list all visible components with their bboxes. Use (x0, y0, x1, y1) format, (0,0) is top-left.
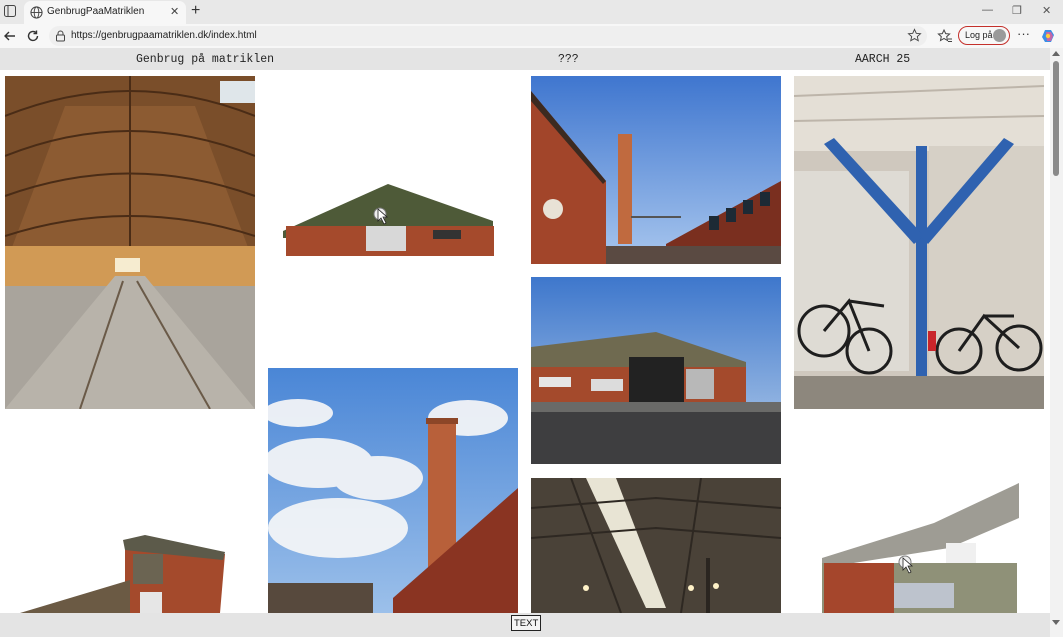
tab-strip: GenbrugPaaMatriklen ✕ + — ❐ ✕ (0, 0, 1063, 24)
text-button[interactable]: TEXT (511, 615, 542, 631)
lock-icon[interactable] (55, 30, 66, 42)
tab-genbrug[interactable]: GenbrugPaaMatriklen ✕ (24, 1, 186, 24)
globe-icon (30, 6, 43, 19)
url-text[interactable]: https://genbrugpaamatriklen.dk/index.htm… (71, 30, 257, 41)
photo-building-corner-cutout[interactable] (5, 532, 255, 613)
page-scrollbar[interactable] (1050, 48, 1063, 637)
minimize-icon[interactable]: — (982, 4, 993, 16)
header-center-link[interactable]: ??? (558, 53, 579, 66)
photo-bikes-steel-column[interactable] (794, 76, 1044, 409)
header-right-link[interactable]: AARCH 25 (855, 53, 910, 66)
scroll-down-icon[interactable] (1052, 620, 1060, 625)
new-tab-button[interactable]: + (191, 2, 200, 20)
refresh-icon[interactable] (25, 28, 41, 44)
photo-barn-graffiti[interactable] (531, 277, 781, 464)
avatar-icon (993, 29, 1006, 42)
photo-chimney-brick-wall[interactable] (531, 76, 781, 264)
scroll-thumb[interactable] (1053, 61, 1059, 176)
close-tab-button[interactable]: ✕ (170, 5, 179, 18)
site-footer: TEXT (0, 613, 1050, 637)
restore-icon[interactable]: ❐ (1012, 4, 1022, 17)
photo-gallery (0, 70, 1050, 613)
more-menu-button[interactable]: ··· (1017, 26, 1030, 41)
back-icon[interactable] (2, 28, 18, 44)
browser-toolbar: https://genbrugpaamatriklen.dk/index.htm… (0, 24, 1063, 48)
photo-barn-cutout[interactable] (268, 76, 518, 356)
favorites-icon[interactable] (937, 28, 953, 44)
site-header: Genbrug på matriklen ??? AARCH 25 (0, 48, 1050, 70)
scroll-up-icon[interactable] (1052, 51, 1060, 56)
photo-shed-cutout[interactable] (794, 478, 1044, 613)
photo-hall-interior[interactable] (5, 76, 255, 409)
tab-title: GenbrugPaaMatriklen (47, 6, 145, 17)
close-icon[interactable]: ✕ (1042, 4, 1051, 17)
photo-hall-skylights[interactable] (531, 478, 781, 613)
login-label: Log på (965, 30, 993, 40)
sidebar-icon[interactable] (4, 5, 16, 17)
site-title[interactable]: Genbrug på matriklen (136, 53, 274, 66)
photo-tall-chimney-clouds[interactable] (268, 368, 518, 613)
star-icon[interactable] (907, 28, 922, 43)
address-bar[interactable]: https://genbrugpaamatriklen.dk/index.htm… (49, 26, 927, 46)
login-button[interactable]: Log på (958, 26, 1010, 45)
copilot-icon[interactable] (1040, 28, 1056, 44)
